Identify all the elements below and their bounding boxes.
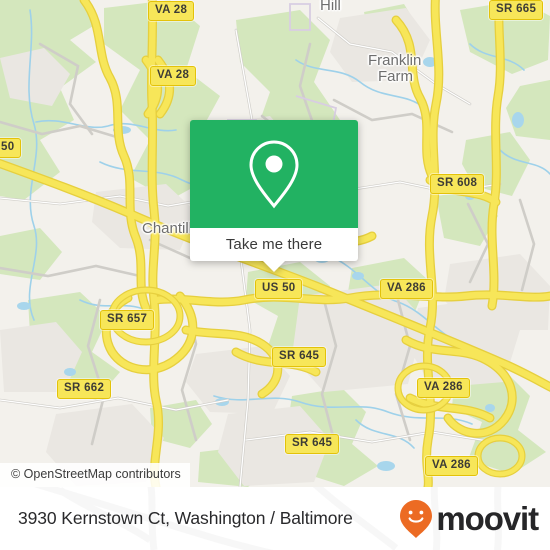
map-place-label: Farm <box>378 68 413 85</box>
road-shield: SR 665 <box>489 0 544 20</box>
popup-pin-panel <box>190 120 358 228</box>
road-shield: SR 657 <box>100 310 155 330</box>
map-place-label: Franklin <box>368 52 422 69</box>
road-shield: SR 645 <box>272 347 327 367</box>
road-shield: VA 28 <box>150 66 197 86</box>
road-shield: SR 662 <box>57 379 112 399</box>
road-shield: US 50 <box>255 279 303 299</box>
moovit-wordmark: moovit <box>436 500 539 537</box>
road-shield: SR 608 <box>430 174 485 194</box>
map-pin-icon <box>249 140 299 209</box>
map-place-label: Hill <box>320 0 341 14</box>
road-shield: 50 <box>0 138 22 158</box>
take-me-there-button[interactable]: Take me there <box>190 228 358 261</box>
footer-bar: 3930 Kernstown Ct, Washington / Baltimor… <box>0 487 550 550</box>
location-popup-card[interactable]: Take me there <box>190 120 358 272</box>
moovit-brand-logo[interactable]: moovit <box>398 499 539 539</box>
osm-attribution[interactable]: © OpenStreetMap contributors <box>0 463 190 487</box>
road-shield: VA 286 <box>380 279 433 299</box>
moovit-smiley-pin-icon <box>400 499 433 538</box>
popup-pointer-tail <box>263 261 285 272</box>
map-canvas[interactable]: Hill Franklin Farm Chantilly VA 28 VA 28 SR 6… <box>0 0 550 487</box>
road-shield: SR 645 <box>285 434 340 454</box>
road-shield: VA 28 <box>148 1 195 21</box>
road-shield: VA 286 <box>417 378 470 398</box>
location-title: 3930 Kernstown Ct, Washington / Baltimor… <box>18 508 353 528</box>
take-me-there-label: Take me there <box>225 236 323 253</box>
road-shield: VA 286 <box>425 456 478 476</box>
footer-content: 3930 Kernstown Ct, Washington / Baltimor… <box>0 487 550 550</box>
moovit-map-screenshot: Hill Franklin Farm Chantilly VA 28 VA 28 SR 6… <box>0 0 550 550</box>
